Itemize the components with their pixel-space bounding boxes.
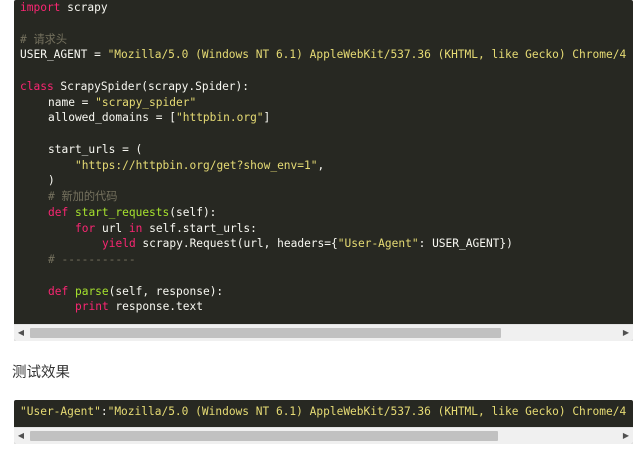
code-token: parse [74, 284, 109, 298]
code-token: (self): [169, 205, 217, 219]
code-token: url [95, 221, 129, 235]
code-line: ​ [14, 268, 633, 284]
code-token: import [20, 1, 61, 14]
section-heading-test-result: 测试效果 [12, 365, 70, 381]
code-token: scrapy.Request(url, headers={ [135, 237, 338, 251]
code-line: ​ [14, 63, 633, 79]
code-token: "httpbin.org" [175, 111, 264, 125]
code-token: "Mozilla/5.0 (Windows NT 6.1) AppleWebKi… [107, 405, 627, 418]
code-token: : [100, 405, 108, 418]
code-token: (self, response): [108, 284, 224, 298]
code-token: in [128, 221, 143, 235]
code-block-output: "User-Agent":"Mozilla/5.0 (Windows NT 6.… [14, 400, 633, 444]
scroll-right-icon[interactable]: ▶ [619, 428, 633, 444]
code-token: name = [48, 95, 96, 109]
code-token: ] [263, 111, 271, 125]
code-token: "User-Agent" [20, 405, 101, 418]
code-token: "https://httpbin.org/get?show_env=1" [75, 158, 318, 172]
code-line: ​ [14, 126, 633, 142]
code-line: class ScrapySpider(scrapy.Spider): [14, 79, 633, 95]
code-token: : USER_AGENT}) [418, 237, 513, 251]
code-token: ) [48, 174, 55, 188]
code-token: start_requests [74, 205, 170, 219]
code-line: def parse(self, response): [14, 284, 633, 300]
code-line: # 请求头 [14, 32, 633, 48]
code-token: # ----------- [48, 253, 136, 266]
code-block-scrapy-spider: import scrapy​# 请求头USER_AGENT = "Mozilla… [14, 0, 633, 341]
code-token: "Mozilla/5.0 (Windows NT 6.1) AppleWebKi… [107, 48, 627, 62]
code-line: allowed_domains = ["httpbin.org"] [14, 110, 633, 126]
code-line: USER_AGENT = "Mozilla/5.0 (Windows NT 6.… [14, 47, 633, 63]
code-line: ​ [14, 16, 633, 32]
code-line: # ----------- [14, 252, 633, 268]
code-line: # 新加的代码 [14, 189, 633, 205]
code-token: class [20, 79, 54, 93]
code-line: "https://httpbin.org/get?show_env=1", [14, 158, 633, 174]
code-line: def start_requests(self): [14, 205, 633, 221]
scrollbar-thumb[interactable] [30, 328, 501, 338]
code-token: def [48, 284, 69, 298]
code-token: "User-Agent" [337, 237, 419, 251]
code-token: ScrapySpider(scrapy.Spider): [53, 79, 250, 93]
code-token: print [75, 300, 109, 314]
code-token: self.start_urls: [142, 221, 257, 235]
scroll-left-icon[interactable]: ◀ [14, 428, 28, 444]
code-token: allowed_domains = [ [48, 111, 176, 125]
scroll-left-icon[interactable]: ◀ [14, 325, 28, 341]
code-line: yield scrapy.Request(url, headers={"User… [14, 236, 633, 252]
code-token: for [75, 221, 96, 235]
code-content: import scrapy​# 请求头USER_AGENT = "Mozilla… [14, 0, 633, 315]
code-line: import scrapy [14, 0, 633, 16]
code-token: , [317, 158, 325, 172]
code-line: start_urls = ( [14, 142, 633, 158]
horizontal-scrollbar[interactable]: ◀ ▶ [14, 324, 633, 341]
horizontal-scrollbar[interactable]: ◀ ▶ [14, 427, 633, 444]
code-content: "User-Agent":"Mozilla/5.0 (Windows NT 6.… [14, 404, 633, 420]
code-line: print response.text [14, 299, 633, 315]
code-token: start_urls = ( [48, 142, 143, 156]
scroll-right-icon[interactable]: ▶ [619, 325, 633, 341]
code-line: ) [14, 173, 633, 189]
code-line: "User-Agent":"Mozilla/5.0 (Windows NT 6.… [14, 404, 633, 420]
code-token: def [48, 205, 69, 219]
code-token: response.text [108, 300, 203, 314]
code-line: for url in self.start_urls: [14, 221, 633, 237]
code-token: # 请求头 [20, 32, 68, 46]
code-token: yield [102, 237, 136, 251]
code-token: scrapy [60, 1, 108, 14]
code-token: USER_AGENT = [20, 48, 108, 62]
code-token: "scrapy_spider" [95, 95, 197, 109]
code-line: name = "scrapy_spider" [14, 95, 633, 111]
scrollbar-thumb[interactable] [30, 431, 498, 441]
code-token: # 新加的代码 [48, 190, 118, 203]
